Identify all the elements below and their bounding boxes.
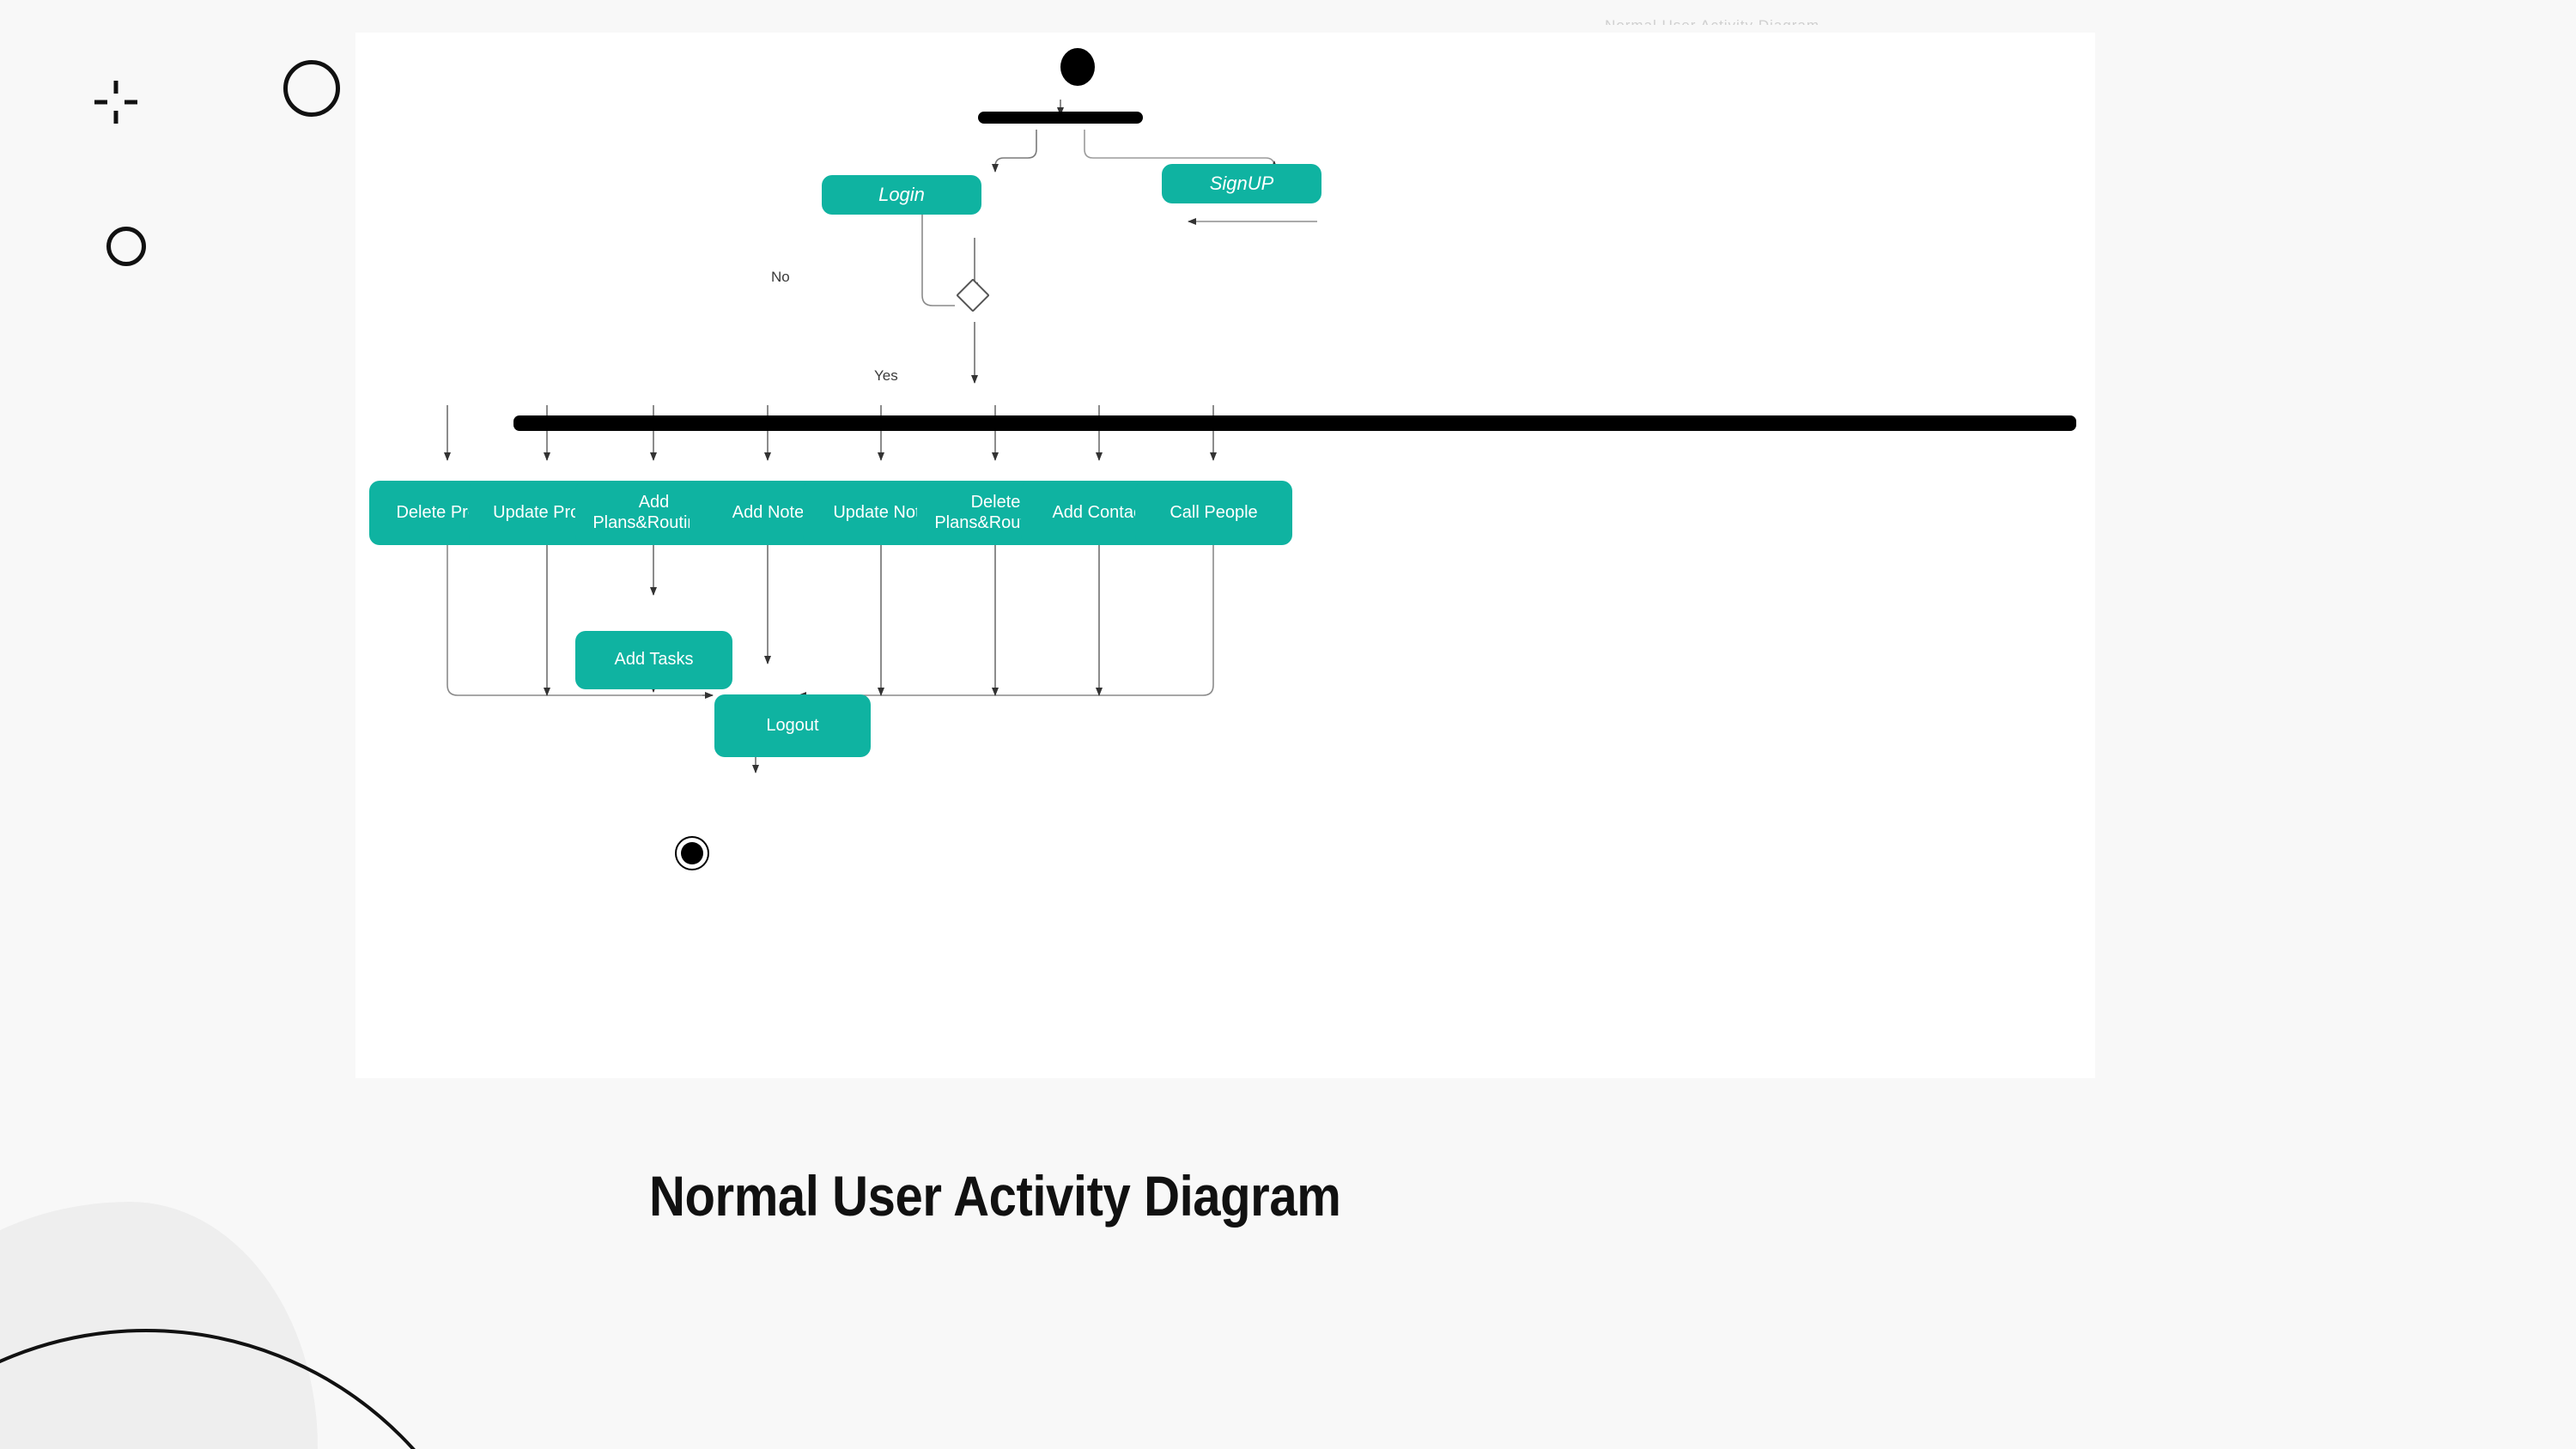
activity-node-login[interactable]: Login [822, 175, 981, 215]
arc-curve [0, 1329, 416, 1449]
activity-label: Logout [766, 715, 819, 735]
activity-label: Add Contact [1052, 502, 1147, 522]
final-node [675, 836, 709, 870]
screenshot-root: Normal User Activity Diagram [0, 0, 2576, 1449]
circle-outline-large-icon [283, 60, 340, 117]
activity-node-logout[interactable]: Logout [714, 694, 871, 757]
activity-label: Add Note [732, 502, 805, 522]
activity-label: Add Tasks [614, 650, 694, 670]
activity-node-call-people[interactable]: Call People [1135, 481, 1292, 545]
fork-bar-main [513, 415, 2076, 431]
page-title: Normal User Activity Diagram [649, 1164, 1341, 1228]
circle-outline-small-icon [106, 227, 146, 266]
activity-label: SignUP [1209, 173, 1274, 195]
initial-node [1060, 48, 1095, 86]
activity-label-line1: Delete [970, 492, 1021, 512]
activity-label: Login [878, 184, 925, 206]
activity-node-signup[interactable]: SignUP [1162, 164, 1321, 203]
edge-label-yes: Yes [874, 367, 898, 384]
crosshair-icon [94, 81, 137, 124]
clipped-header-text: Normal User Activity Diagram [1605, 17, 1820, 25]
activity-label: Call People [1170, 502, 1258, 522]
activity-label: Update Note [833, 502, 930, 522]
fork-bar-top [978, 112, 1143, 124]
activity-node-add-tasks[interactable]: Add Tasks [575, 631, 732, 689]
edge-label-no: No [771, 269, 790, 285]
blob-shape [0, 1202, 318, 1449]
activity-label-line1: Add [638, 492, 670, 512]
